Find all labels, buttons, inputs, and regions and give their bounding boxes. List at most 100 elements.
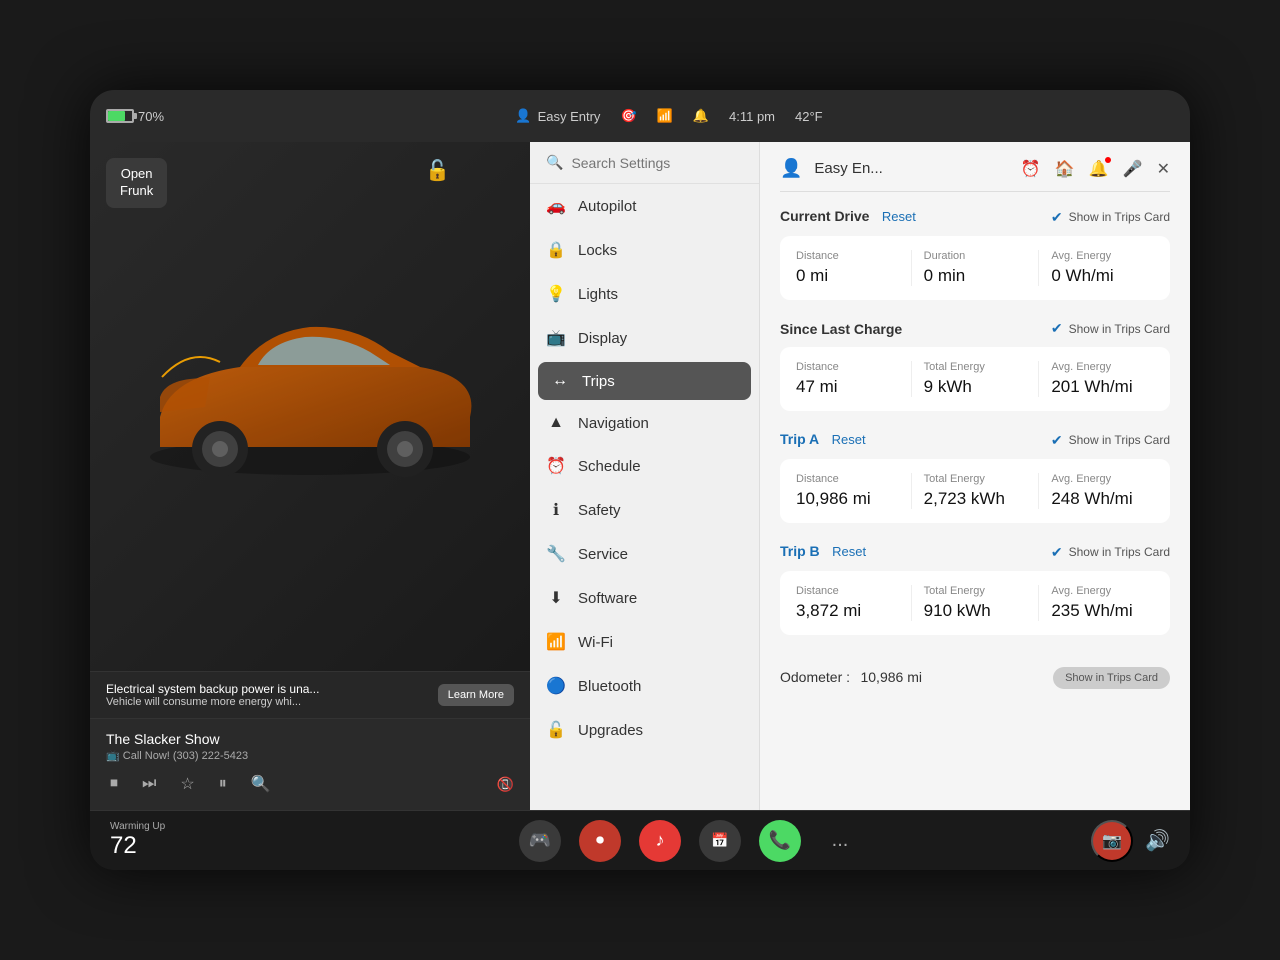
nav-item-upgrades[interactable]: 🔓 Upgrades (530, 708, 759, 752)
trip-a-checkmark: ✔ (1051, 432, 1063, 449)
trip-b-energy-col: Total Energy 910 kWh (924, 585, 1040, 621)
trip-a-total-energy-label: Total Energy (924, 473, 1027, 485)
phone-button[interactable]: 📞 (759, 820, 801, 862)
alert-banner: Electrical system backup power is una...… (90, 671, 530, 718)
odometer-show-trips-button[interactable]: Show in Trips Card (1053, 667, 1170, 689)
nav-label-navigation: Navigation (578, 415, 649, 432)
wifi-icon: 📶 (546, 632, 566, 652)
nav-item-service[interactable]: 🔧 Service (530, 532, 759, 576)
trip-a-show-label: Show in Trips Card (1069, 433, 1170, 447)
since-charge-distance-label: Distance (796, 361, 899, 373)
current-drive-header: Current Drive Reset ✔ Show in Trips Card (780, 208, 1170, 226)
temperature-value: 72 (110, 832, 165, 860)
battery-indicator: 70% (106, 109, 164, 124)
nav-label-locks: Locks (578, 242, 617, 259)
nav-item-wifi[interactable]: 📶 Wi-Fi (530, 620, 759, 664)
open-frunk-button[interactable]: OpenFrunk (106, 158, 167, 208)
status-user: 👤 Easy Entry (515, 108, 600, 124)
safety-icon: ℹ (546, 500, 566, 520)
search-input[interactable] (571, 155, 752, 171)
current-drive-show-label: Show in Trips Card (1069, 210, 1170, 224)
nav-item-display[interactable]: 📺 Display (530, 316, 759, 360)
nav-item-lights[interactable]: 💡 Lights (530, 272, 759, 316)
music-button[interactable]: ♪ (639, 820, 681, 862)
current-drive-section: Current Drive Reset ✔ Show in Trips Card… (780, 208, 1170, 300)
media-search-button[interactable]: 🔍 (247, 770, 275, 798)
trip-a-reset-button[interactable]: Reset (832, 432, 866, 447)
trip-b-avg-energy-label: Avg. Energy (1051, 585, 1154, 597)
camera-button[interactable]: 📷 (1091, 820, 1133, 862)
nav-item-trips[interactable]: ↔ Trips (538, 362, 751, 400)
home-icon[interactable]: 🏠 (1055, 159, 1075, 179)
media-next-button[interactable]: ⏭ (138, 771, 160, 797)
media-subtitle: 📺 Call Now! (303) 222-5423 (106, 749, 514, 762)
since-charge-distance-col: Distance 47 mi (796, 361, 912, 397)
media-no-signal-icon: 📵 (497, 776, 514, 793)
volume-icon[interactable]: 🔊 (1145, 828, 1170, 853)
nav-label-trips: Trips (582, 373, 615, 390)
navigation-icon: ▲ (546, 414, 566, 432)
trip-a-section: Trip A Reset ✔ Show in Trips Card Distan… (780, 431, 1170, 523)
alarm-icon[interactable]: ⏰ (1021, 159, 1041, 179)
nav-label-service: Service (578, 546, 628, 563)
since-charge-avg-energy-label: Avg. Energy (1051, 361, 1154, 373)
status-bar: 70% 👤 Easy Entry 🎯 📶 🔔 4:11 pm 42°F (90, 90, 1190, 142)
nav-item-autopilot[interactable]: 🚗 Autopilot (530, 184, 759, 228)
lock-icon: 🔓 (425, 158, 450, 183)
dashcam-button[interactable]: ⏺ (579, 820, 621, 862)
trip-a-card: Distance 10,986 mi Total Energy 2,723 kW… (780, 459, 1170, 523)
nav-item-locks[interactable]: 🔒 Locks (530, 228, 759, 272)
since-last-charge-header: Since Last Charge ✔ Show in Trips Card (780, 320, 1170, 337)
learn-more-button[interactable]: Learn More (438, 684, 514, 706)
nav-item-bluetooth[interactable]: 🔵 Bluetooth (530, 664, 759, 708)
current-drive-distance-value: 0 mi (796, 266, 899, 286)
trips-header-row: 👤 Easy En... ⏰ 🏠 🔔 🎤 ✕ (780, 158, 1170, 192)
mic-icon[interactable]: 🎤 (1123, 159, 1143, 179)
nav-label-bluetooth: Bluetooth (578, 678, 641, 695)
status-signal-icon: 📶 (657, 108, 673, 124)
since-charge-energy-col: Total Energy 9 kWh (924, 361, 1040, 397)
status-time: 4:11 pm (729, 109, 775, 124)
media-equalizer-button[interactable]: ⏸ (215, 771, 231, 797)
nav-label-software: Software (578, 590, 637, 607)
calendar-button[interactable]: 📅 (699, 820, 741, 862)
nav-item-software[interactable]: ⬇ Software (530, 576, 759, 620)
nav-item-schedule[interactable]: ⏰ Schedule (530, 444, 759, 488)
close-icon[interactable]: ✕ (1157, 159, 1170, 179)
trips-icon: ↔ (550, 372, 570, 390)
display-icon: 📺 (546, 328, 566, 348)
current-drive-reset-button[interactable]: Reset (882, 209, 916, 224)
media-controls: ⏹ ⏭ ☆ ⏸ 🔍 📵 (106, 770, 514, 798)
current-drive-title: Current Drive (780, 208, 869, 224)
since-last-charge-show-trips: ✔ Show in Trips Card (1051, 320, 1170, 337)
trip-a-show-trips: ✔ Show in Trips Card (1051, 432, 1170, 449)
status-profile-name: Easy Entry (538, 109, 601, 124)
notification-icon[interactable]: 🔔 (1089, 159, 1109, 179)
media-title: The Slacker Show (106, 731, 514, 747)
since-charge-avg-energy-value: 201 Wh/mi (1051, 377, 1154, 397)
odometer-label: Odometer : (780, 669, 850, 685)
more-button[interactable]: ... (819, 820, 861, 862)
taskbar-center: 🎮 ⏺ ♪ 📅 📞 ... (290, 820, 1090, 862)
media-stop-button[interactable]: ⏹ (106, 771, 122, 797)
since-last-charge-section: Since Last Charge ✔ Show in Trips Card D… (780, 320, 1170, 411)
trip-a-distance-label: Distance (796, 473, 899, 485)
media-player: The Slacker Show 📺 Call Now! (303) 222-5… (90, 718, 530, 810)
service-icon: 🔧 (546, 544, 566, 564)
trip-a-avg-energy-col: Avg. Energy 248 Wh/mi (1051, 473, 1154, 509)
since-charge-total-energy-label: Total Energy (924, 361, 1027, 373)
nav-item-safety[interactable]: ℹ Safety (530, 488, 759, 532)
alert-subtitle: Vehicle will consume more energy whi... (106, 696, 319, 708)
trip-a-header: Trip A Reset ✔ Show in Trips Card (780, 431, 1170, 449)
autopilot-icon: 🚗 (546, 196, 566, 216)
since-charge-avg-energy-col: Avg. Energy 201 Wh/mi (1051, 361, 1154, 397)
trip-b-total-energy-label: Total Energy (924, 585, 1027, 597)
status-temp: 42°F (795, 109, 823, 124)
trip-b-reset-button[interactable]: Reset (832, 544, 866, 559)
since-charge-distance-value: 47 mi (796, 377, 899, 397)
steering-wheel-button[interactable]: 🎮 (519, 820, 561, 862)
settings-sidebar: 🔍 🚗 Autopilot 🔒 Locks 💡 Lights 📺 Display… (530, 142, 760, 810)
nav-item-navigation[interactable]: ▲ Navigation (530, 402, 759, 444)
taskbar: Warming Up 72 🎮 ⏺ ♪ 📅 📞 ... 📷 🔊 (90, 810, 1190, 870)
media-favorite-button[interactable]: ☆ (176, 770, 198, 798)
